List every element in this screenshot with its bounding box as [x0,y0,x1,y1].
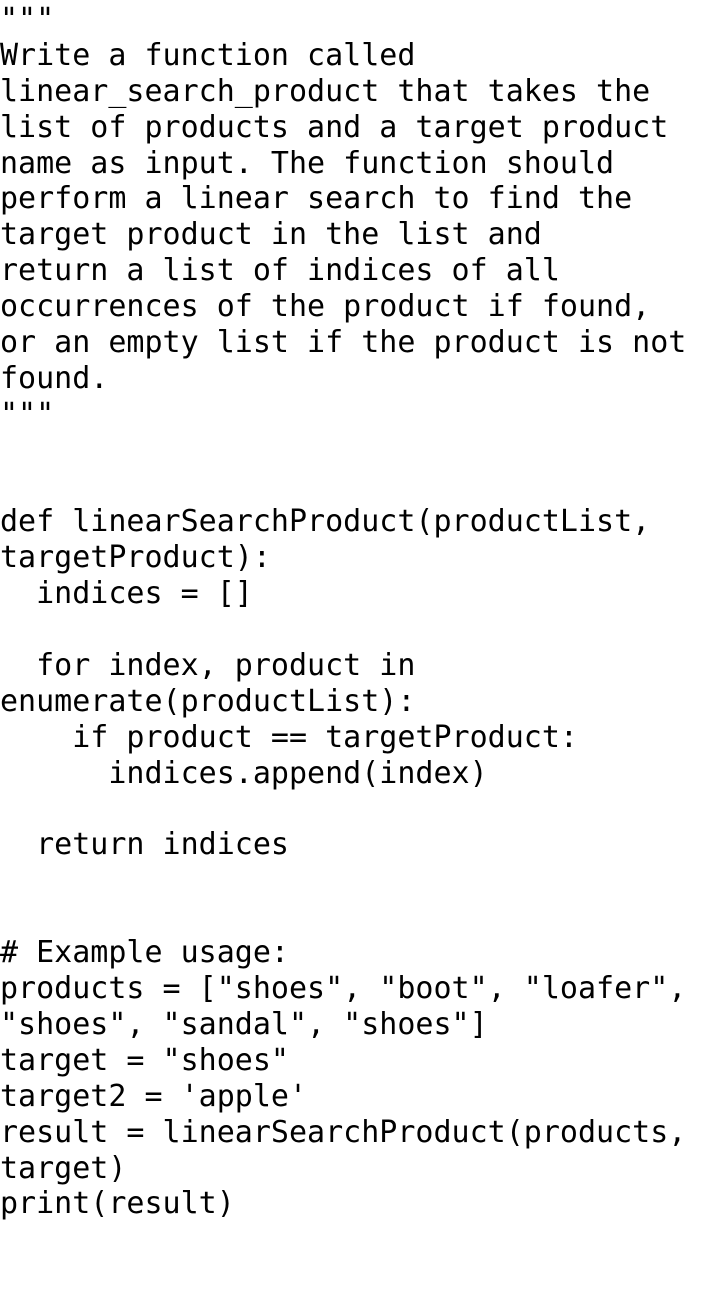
code-line: products = ["shoes", "boot", "loafer", [0,971,687,1007]
code-line: perform a linear search to find the [0,181,633,217]
code-line: target2 = 'apple' [0,1078,308,1114]
code-line: list of products and a target product [0,109,669,145]
code-line: target) [0,1150,127,1186]
code-line: """ [0,396,55,432]
code-line: enumerate(productList): [0,683,416,719]
code-line: occurrences of the product if found, [0,289,651,325]
code-line: # Example usage: [0,935,289,971]
code-line: return a list of indices of all [0,253,560,289]
code-line: indices = [] [0,576,253,612]
code-line: target = "shoes" [0,1042,289,1078]
code-line: for index, product in [0,648,416,684]
code-line: print(result) [0,1186,235,1222]
code-line: linear_search_product that takes the [0,73,651,109]
code-line: or an empty list if the product is not [0,325,687,361]
code-line: target product in the list and [0,217,542,253]
code-line: found. [0,360,109,396]
code-line: result = linearSearchProduct(products, [0,1114,687,1150]
code-line: Write a function called [0,37,416,73]
code-line: def linearSearchProduct(productList, [0,504,651,540]
code-line: indices.append(index) [0,755,488,791]
code-line: if product == targetProduct: [0,719,578,755]
code-line: "shoes", "sandal", "shoes"] [0,1006,488,1042]
code-line: return indices [0,827,289,863]
code-line: name as input. The function should [0,145,615,181]
code-block: """ Write a function called linear_search_… [0,2,711,1222]
code-line: """ [0,2,55,37]
code-line: targetProduct): [0,540,271,576]
